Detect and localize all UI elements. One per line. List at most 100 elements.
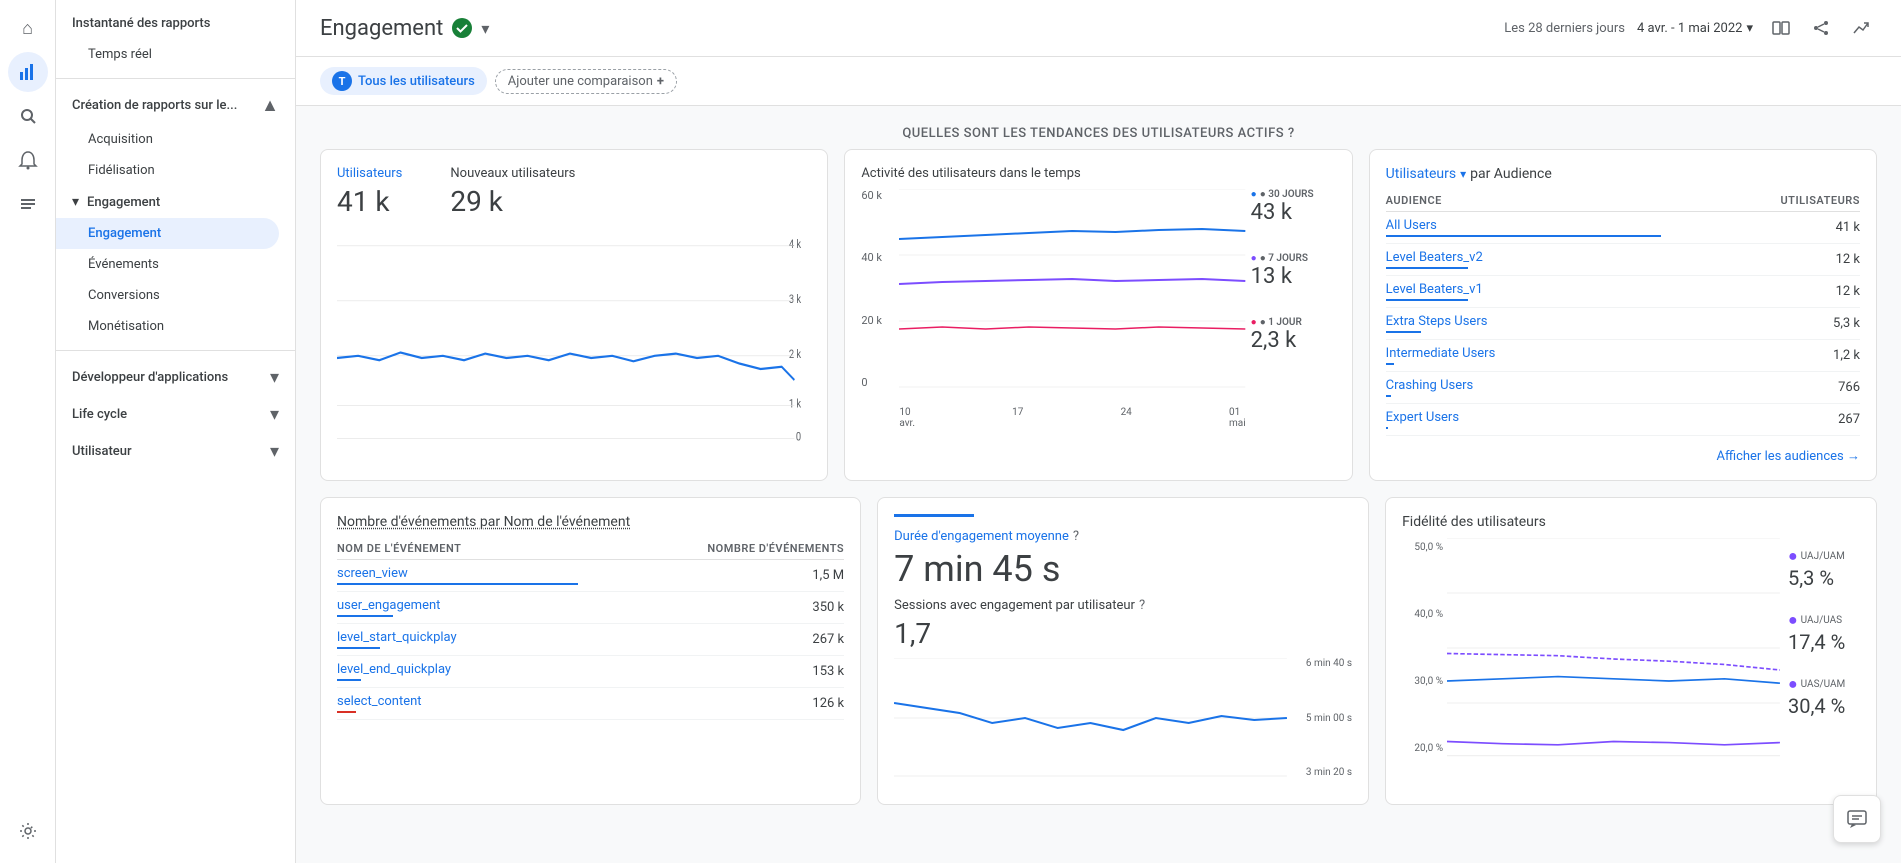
fidelity-metric-1: ● UAJ/UAM 5,3 % bbox=[1788, 546, 1860, 590]
sessions-help-icon[interactable]: ? bbox=[1139, 598, 1145, 613]
home-icon[interactable]: ⌂ bbox=[8, 8, 48, 48]
top-row: Utilisateurs 41 k Nouveaux utilisateurs … bbox=[320, 149, 1877, 481]
audience-link[interactable]: Extra Steps Users bbox=[1386, 314, 1488, 329]
svg-text:0: 0 bbox=[796, 429, 801, 444]
fid-y40: 40,0 % bbox=[1402, 609, 1443, 620]
dropdown-arrow-icon[interactable]: ▾ bbox=[481, 19, 489, 38]
audience-link[interactable]: Expert Users bbox=[1386, 410, 1459, 425]
fidelity-metric-3: ● UAS/UAM 30,4 % bbox=[1788, 674, 1860, 718]
events-table-row: select_content 126 k bbox=[337, 688, 844, 720]
date-dropdown-icon: ▾ bbox=[1746, 21, 1753, 36]
search-icon[interactable] bbox=[8, 96, 48, 136]
audience-name: All Users bbox=[1386, 212, 1661, 244]
audience-link[interactable]: All Users bbox=[1386, 218, 1437, 233]
eng-y3: 3 min 20 s bbox=[1292, 767, 1352, 778]
audience-dropdown[interactable]: Utilisateurs bbox=[1386, 166, 1456, 182]
audience-link[interactable]: Level Beaters_v2 bbox=[1386, 250, 1483, 265]
audience-table-row: Extra Steps Users 5,3 k bbox=[1386, 308, 1860, 340]
event-link[interactable]: level_start_quickplay bbox=[337, 630, 457, 645]
page-title: Engagement bbox=[320, 16, 443, 41]
sessions-section: Sessions avec engagement par utilisateur… bbox=[894, 598, 1352, 650]
audience-link[interactable]: Level Beaters_v1 bbox=[1386, 282, 1483, 297]
activity-card: Activité des utilisateurs dans le temps … bbox=[844, 149, 1352, 481]
fid-y50: 50,0 % bbox=[1402, 542, 1443, 553]
sidebar: Instantané des rapports Temps réel Créat… bbox=[56, 0, 296, 863]
share-icon[interactable] bbox=[1805, 12, 1837, 44]
svg-text:2 k: 2 k bbox=[789, 347, 802, 362]
sidebar-item-evenements[interactable]: Événements bbox=[56, 249, 295, 280]
sidebar-section-lifecycle[interactable]: Life cycle ▾ bbox=[56, 396, 295, 433]
sessions-value: 1,7 bbox=[894, 617, 1352, 650]
sidebar-item-engagement-sub[interactable]: Engagement bbox=[56, 218, 279, 249]
audience-name: Level Beaters_v1 bbox=[1386, 276, 1661, 308]
event-name: screen_view bbox=[337, 560, 578, 592]
fidelity-card: Fidélité des utilisateurs 50,0 % 40,0 % … bbox=[1385, 497, 1877, 805]
add-comparison-button[interactable]: Ajouter une comparaison + bbox=[495, 69, 677, 94]
header-left: Engagement ▾ bbox=[320, 16, 489, 41]
section-question: QUELLES SONT LES TENDANCES DES UTILISATE… bbox=[320, 126, 1877, 141]
event-link[interactable]: screen_view bbox=[337, 566, 408, 581]
chat-button[interactable] bbox=[1833, 795, 1881, 843]
audience-table-row: Level Beaters_v1 12 k bbox=[1386, 276, 1860, 308]
sidebar-section-utilisateur[interactable]: Utilisateur ▾ bbox=[56, 433, 295, 470]
sidebar-item-monetisation[interactable]: Monétisation bbox=[56, 311, 295, 342]
activity-title: Activité des utilisateurs dans le temps bbox=[861, 166, 1335, 181]
audience-table-row: All Users 41 k bbox=[1386, 212, 1860, 244]
event-link[interactable]: level_end_quickplay bbox=[337, 662, 451, 677]
events-table: NOM DE L'ÉVÉNEMENT NOMBRE D'ÉVÉNEMENTS s… bbox=[337, 538, 844, 720]
comparison-bar: T Tous les utilisateurs Ajouter une comp… bbox=[296, 57, 1901, 106]
bottom-row: Nombre d'événements par Nom de l'événeme… bbox=[320, 497, 1877, 805]
duration-help-icon[interactable]: ? bbox=[1073, 529, 1079, 544]
event-name: select_content bbox=[337, 688, 578, 720]
sidebar-divider bbox=[56, 78, 295, 79]
audience-value: 1,2 k bbox=[1661, 340, 1860, 372]
list-icon[interactable] bbox=[8, 184, 48, 224]
audience-value: 267 bbox=[1661, 404, 1860, 436]
event-link[interactable]: user_engagement bbox=[337, 598, 440, 613]
sidebar-item-fidelisation[interactable]: Fidélisation bbox=[56, 155, 295, 186]
y-label-20k: 20 k bbox=[861, 314, 897, 327]
event-count: 350 k bbox=[578, 592, 844, 624]
sidebar-item-instantane[interactable]: Instantané des rapports bbox=[56, 8, 295, 39]
compare-icon[interactable] bbox=[1765, 12, 1797, 44]
date-label: Les 28 derniers jours bbox=[1504, 21, 1625, 36]
plus-icon: + bbox=[657, 74, 664, 89]
eng-y2: 5 min 00 s bbox=[1292, 713, 1352, 724]
sidebar-section-creation[interactable]: Création de rapports sur le... ▲ bbox=[56, 87, 295, 124]
events-table-row: screen_view 1,5 M bbox=[337, 560, 844, 592]
stat-pair: Utilisateurs 41 k Nouveaux utilisateurs … bbox=[337, 166, 811, 218]
alerts-icon[interactable] bbox=[8, 140, 48, 180]
audience-name: Crashing Users bbox=[1386, 372, 1661, 404]
sidebar-item-conversions[interactable]: Conversions bbox=[56, 280, 295, 311]
event-count: 1,5 M bbox=[578, 560, 844, 592]
audience-link[interactable]: Intermediate Users bbox=[1386, 346, 1496, 361]
event-link[interactable]: select_content bbox=[337, 694, 422, 709]
events-card-title[interactable]: Nombre d'événements par Nom de l'événeme… bbox=[337, 514, 844, 530]
view-audiences-link[interactable]: Afficher les audiences → bbox=[1386, 448, 1860, 464]
header-icons bbox=[1765, 12, 1877, 44]
duration-value: 7 min 45 s bbox=[894, 548, 1352, 590]
sidebar-item-acquisition[interactable]: Acquisition bbox=[56, 124, 295, 155]
main-grid: QUELLES SONT LES TENDANCES DES UTILISATE… bbox=[296, 106, 1901, 825]
users-chart-card: Utilisateurs 41 k Nouveaux utilisateurs … bbox=[320, 149, 828, 481]
users-chart-area: 4 k 3 k 2 k 1 k 0 10 bbox=[337, 226, 811, 446]
sidebar-section-developpeur[interactable]: Développeur d'applications ▾ bbox=[56, 359, 295, 396]
events-col-event: NOM DE L'ÉVÉNEMENT bbox=[337, 538, 578, 560]
analytics-icon[interactable] bbox=[8, 52, 48, 92]
audience-link[interactable]: Crashing Users bbox=[1386, 378, 1474, 393]
date-range-selector[interactable]: 4 avr. - 1 mai 2022 ▾ bbox=[1637, 21, 1753, 36]
sidebar-item-tempsreel[interactable]: Temps réel bbox=[56, 39, 295, 70]
audience-value: 766 bbox=[1661, 372, 1860, 404]
chevron-down-icon: ▾ bbox=[72, 194, 79, 210]
audience-table-row: Crashing Users 766 bbox=[1386, 372, 1860, 404]
new-users-label: Nouveaux utilisateurs bbox=[450, 166, 575, 181]
trending-icon[interactable] bbox=[1845, 12, 1877, 44]
events-card: Nombre d'événements par Nom de l'événeme… bbox=[320, 497, 861, 805]
event-name: level_start_quickplay bbox=[337, 624, 578, 656]
svg-text:4 k: 4 k bbox=[789, 237, 802, 252]
settings-icon[interactable] bbox=[8, 811, 48, 851]
comparison-chip-all-users[interactable]: T Tous les utilisateurs bbox=[320, 67, 487, 95]
sidebar-item-engagement-parent[interactable]: ▾ Engagement bbox=[56, 186, 295, 218]
sidebar-divider-2 bbox=[56, 350, 295, 351]
users-value: 41 k bbox=[337, 185, 402, 218]
